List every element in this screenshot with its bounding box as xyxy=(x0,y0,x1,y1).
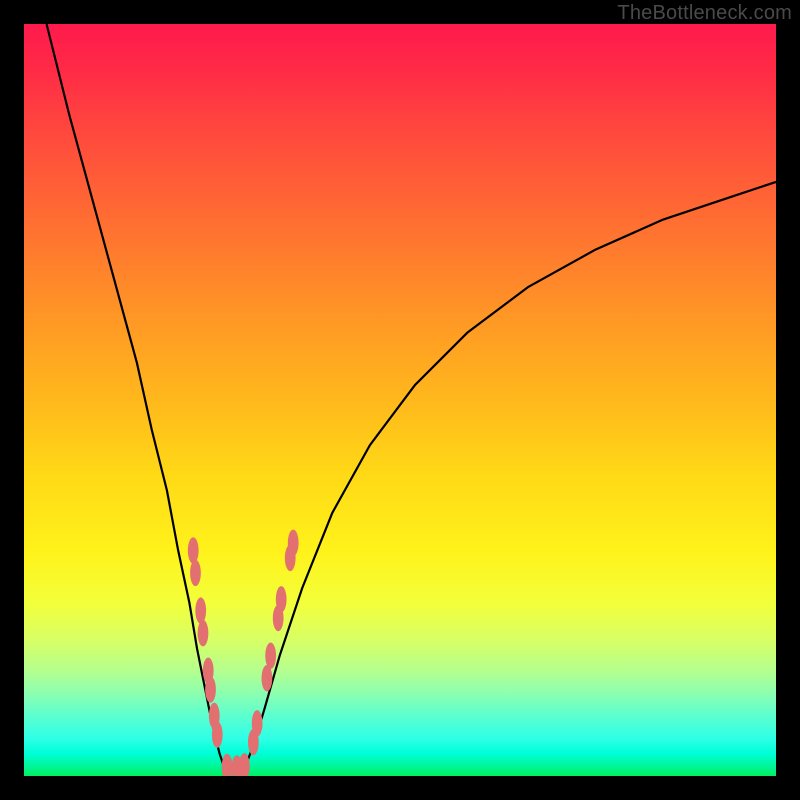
curve-svg xyxy=(24,24,776,776)
curve-marker xyxy=(252,710,263,736)
curve-marker xyxy=(212,721,223,747)
marker-group xyxy=(188,530,299,776)
curve-marker xyxy=(198,620,209,646)
watermark-text: TheBottleneck.com xyxy=(617,2,792,25)
curve-marker xyxy=(205,676,216,702)
curve-marker xyxy=(190,560,201,586)
curve-marker xyxy=(222,754,233,776)
curve-marker xyxy=(276,586,287,612)
curve-group xyxy=(47,24,776,770)
curve-marker xyxy=(288,530,299,556)
curve-marker xyxy=(265,642,276,668)
bottleneck-curve xyxy=(47,24,776,770)
curve-marker xyxy=(262,665,273,691)
curve-marker xyxy=(188,537,199,563)
outer-frame: TheBottleneck.com xyxy=(0,0,800,800)
plot-area xyxy=(24,24,776,776)
curve-marker xyxy=(195,597,206,623)
